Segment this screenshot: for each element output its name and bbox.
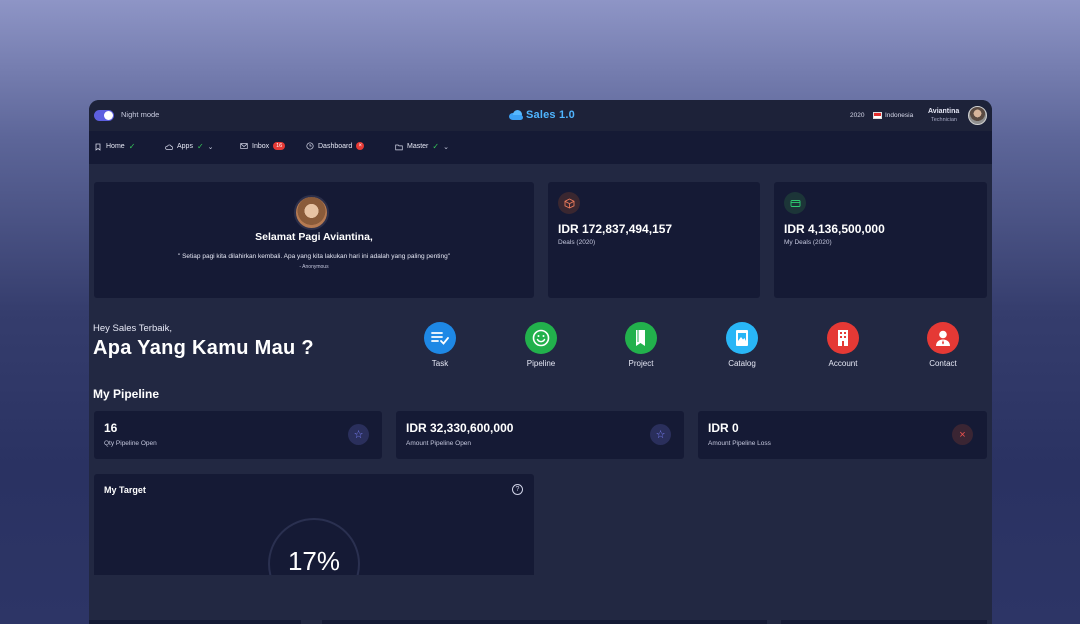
stat-label: Deals (2020) bbox=[558, 239, 596, 246]
country-selector[interactable]: Indonesia bbox=[885, 112, 913, 119]
shortcut-label: Pipeline bbox=[526, 359, 556, 368]
nav-label-master: Master bbox=[407, 143, 429, 150]
shortcut-contact[interactable]: Contact bbox=[913, 322, 973, 368]
nav-item-dashboard[interactable]: Dashboard × bbox=[306, 142, 365, 150]
shortcut-label: Account bbox=[828, 359, 858, 368]
app-title: Sales 1.0 bbox=[526, 109, 575, 121]
box-icon bbox=[558, 192, 580, 214]
bottom-card-edge bbox=[322, 620, 767, 624]
app-window: Night mode Sales 1.0 2020 Indonesia Avia… bbox=[89, 100, 992, 624]
check-icon: ✓ bbox=[432, 142, 440, 151]
stat-label: My Deals (2020) bbox=[784, 239, 832, 246]
folder-icon bbox=[395, 144, 403, 150]
help-icon[interactable]: ? bbox=[512, 484, 523, 495]
star-icon[interactable]: ☆ bbox=[650, 424, 671, 445]
pipeline-card-amount-loss: IDR 0 Amount Pipeline Loss × bbox=[698, 411, 987, 459]
hero-title: Apa Yang Kamu Mau ? bbox=[93, 337, 314, 359]
night-mode-label: Night mode bbox=[121, 110, 160, 119]
shortcut-label: Task bbox=[431, 359, 449, 368]
hero-subtitle: Hey Sales Terbaik, bbox=[93, 323, 173, 334]
target-title: My Target bbox=[104, 485, 146, 495]
pipeline-label: Amount Pipeline Loss bbox=[708, 440, 771, 447]
check-icon: ✓ bbox=[128, 142, 136, 151]
nav-label-dashboard: Dashboard bbox=[318, 142, 353, 150]
nav-item-apps[interactable]: Apps ✓ ⌄ bbox=[165, 142, 214, 151]
target-percent: 17% bbox=[287, 546, 341, 575]
stat-card-my-deals: IDR 4,136,500,000 My Deals (2020) bbox=[774, 182, 987, 298]
check-icon: ✓ bbox=[196, 142, 204, 151]
nav-label-apps: Apps bbox=[177, 143, 193, 150]
stat-value: IDR 4,136,500,000 bbox=[784, 222, 885, 236]
stat-card-deals: IDR 172,837,494,157 Deals (2020) bbox=[548, 182, 760, 298]
shortcut-label: Project bbox=[628, 359, 654, 368]
chevron-down-icon: ⌄ bbox=[207, 143, 214, 151]
user-avatar[interactable] bbox=[968, 106, 987, 125]
task-list-icon bbox=[424, 322, 456, 354]
welcome-avatar bbox=[294, 195, 329, 230]
night-mode-toggle[interactable] bbox=[94, 110, 114, 121]
nav-label-home: Home bbox=[106, 143, 125, 150]
pipeline-value: IDR 32,330,600,000 bbox=[406, 421, 514, 435]
building-icon bbox=[827, 322, 859, 354]
shortcut-label: Catalog bbox=[728, 359, 756, 368]
pipeline-value: IDR 0 bbox=[708, 421, 739, 435]
top-bar: Night mode Sales 1.0 2020 Indonesia Avia… bbox=[89, 100, 992, 131]
shortcut-label: Contact bbox=[929, 359, 957, 368]
pipeline-card-amount-open: IDR 32,330,600,000 Amount Pipeline Open … bbox=[396, 411, 684, 459]
error-icon: × bbox=[356, 142, 365, 150]
card-icon bbox=[784, 192, 806, 214]
target-card: My Target ? 17% bbox=[94, 474, 534, 575]
main-nav: Home ✓ Apps ✓ ⌄ Inbox 16 Dashboard × Mas… bbox=[89, 131, 992, 164]
cloud-logo-icon bbox=[509, 110, 523, 120]
nav-item-home[interactable]: Home ✓ bbox=[94, 142, 135, 151]
user-role: Technician bbox=[931, 117, 957, 123]
welcome-card: Selamat Pagi Aviantina, " Setiap pagi ki… bbox=[94, 182, 534, 298]
bottom-card-edge bbox=[781, 620, 987, 624]
app-brand[interactable]: Sales 1.0 bbox=[509, 109, 575, 121]
bottom-card-edge bbox=[89, 620, 301, 624]
quote-text: " Setiap pagi kita dilahirkan kembali. A… bbox=[177, 253, 450, 260]
person-icon bbox=[927, 322, 959, 354]
pipeline-label: Amount Pipeline Open bbox=[406, 440, 472, 447]
book-icon bbox=[625, 322, 657, 354]
shortcut-task[interactable]: Task bbox=[410, 322, 470, 368]
bookmark-icon bbox=[95, 143, 101, 151]
chevron-down-icon: ⌄ bbox=[443, 143, 449, 151]
shortcut-account[interactable]: Account bbox=[813, 322, 873, 368]
shortcut-catalog[interactable]: Catalog bbox=[712, 322, 772, 368]
cloud-icon bbox=[165, 144, 173, 150]
close-icon[interactable]: × bbox=[952, 424, 973, 445]
catalog-icon bbox=[726, 322, 758, 354]
stat-value: IDR 172,837,494,157 bbox=[558, 222, 673, 236]
inbox-count-badge: 16 bbox=[273, 142, 286, 150]
star-icon[interactable]: ☆ bbox=[348, 424, 369, 445]
greeting-text: Selamat Pagi Aviantina, bbox=[255, 231, 373, 243]
year-selector[interactable]: 2020 bbox=[850, 112, 864, 119]
mail-icon bbox=[240, 143, 248, 149]
nav-item-inbox[interactable]: Inbox 16 bbox=[240, 142, 286, 150]
indonesia-flag-icon bbox=[873, 112, 882, 119]
pipeline-label: Qty Pipeline Open bbox=[104, 440, 157, 447]
shortcut-pipeline[interactable]: Pipeline bbox=[511, 322, 571, 368]
quote-author: - Anonymous bbox=[299, 264, 329, 270]
user-name: Aviantina bbox=[928, 108, 960, 115]
pipeline-value: 16 bbox=[104, 421, 118, 435]
nav-item-master[interactable]: Master ✓ ⌄ bbox=[395, 142, 449, 151]
smile-icon bbox=[525, 322, 557, 354]
pipeline-card-qty-open: 16 Qty Pipeline Open ☆ bbox=[94, 411, 382, 459]
clock-icon bbox=[306, 142, 314, 150]
pipeline-title: My Pipeline bbox=[93, 387, 160, 401]
nav-label-inbox: Inbox bbox=[252, 142, 270, 150]
shortcut-project[interactable]: Project bbox=[611, 322, 671, 368]
